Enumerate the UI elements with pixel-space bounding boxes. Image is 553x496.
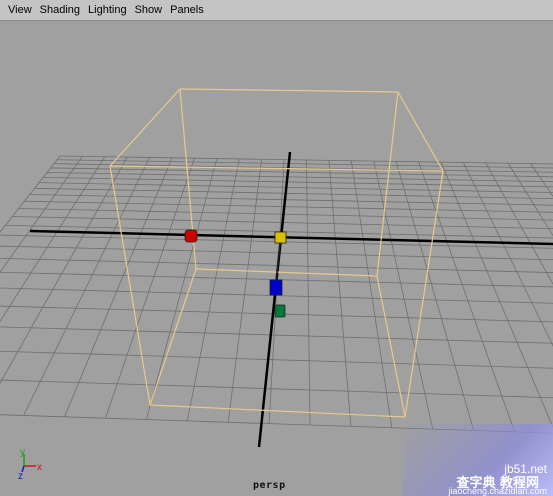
grid-line (34, 187, 553, 200)
grid-line (306, 159, 311, 426)
grid-line (0, 326, 553, 344)
grid-line (328, 160, 352, 427)
grid-line (0, 414, 553, 434)
bbox-edge (179, 88, 399, 93)
maya-viewport-window: View Shading Lighting Show Panels x y z … (0, 0, 553, 496)
menu-panels[interactable]: Panels (166, 0, 208, 20)
grid-line (0, 350, 553, 369)
red-handle[interactable] (184, 229, 198, 243)
grid-line (43, 176, 553, 188)
bbox-edge (404, 170, 444, 418)
menu-show[interactable]: Show (131, 0, 167, 20)
grid-line (440, 162, 553, 429)
perspective-viewport[interactable]: x y z (0, 21, 553, 496)
bbox-edge (109, 165, 151, 406)
grid-line (0, 155, 61, 233)
bbox-edge (376, 275, 406, 418)
z-axis-line (257, 151, 292, 448)
grid-line (0, 156, 128, 385)
camera-name-label: persp (253, 480, 286, 491)
grid-line (0, 379, 553, 399)
bbox-edge (397, 91, 444, 172)
menu-shading[interactable]: Shading (36, 0, 84, 20)
grid-line (29, 194, 553, 206)
bbox-edge (149, 268, 197, 406)
grid-line (24, 200, 553, 213)
indicator-y-label: y (20, 447, 25, 458)
menu-view[interactable]: View (4, 0, 36, 20)
grid-line (395, 161, 475, 431)
panel-menubar: View Shading Lighting Show Panels (0, 0, 553, 21)
ground-grid (0, 155, 553, 434)
grid-line (418, 161, 515, 432)
bbox-edge (109, 88, 181, 167)
indicator-z-label: z (18, 471, 23, 482)
manipulator-handles[interactable] (184, 229, 287, 318)
menu-lighting[interactable]: Lighting (84, 0, 131, 20)
blue-handle[interactable] (269, 279, 283, 296)
yellow-handle[interactable] (274, 231, 287, 244)
grid-line (53, 163, 553, 173)
green-handle[interactable] (274, 304, 286, 318)
grid-line (0, 245, 553, 261)
bbox-edge (195, 268, 378, 277)
grid-line (47, 172, 553, 183)
axis-orientation-indicator: x y z (18, 447, 42, 482)
indicator-x-label: x (37, 462, 42, 473)
